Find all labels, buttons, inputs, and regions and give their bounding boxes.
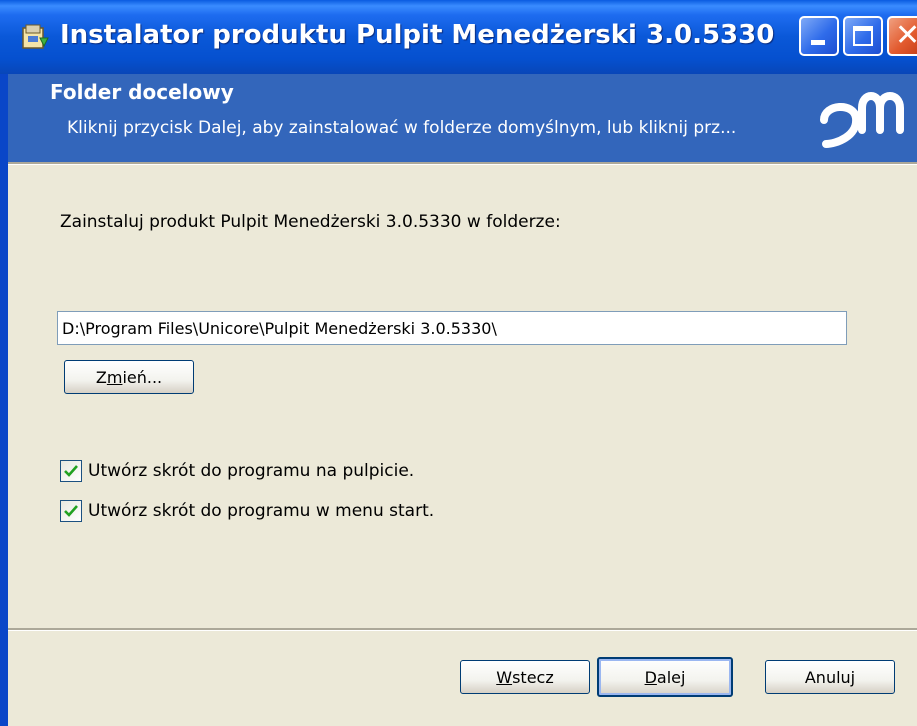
title-bar[interactable]: Instalator produktu Pulpit Menedżerski 3…: [0, 0, 917, 74]
installer-window: Instalator produktu Pulpit Menedżerski 3…: [0, 0, 917, 726]
window-left-border: [0, 74, 8, 726]
pm-logo: [820, 92, 904, 148]
window-title: Instalator produktu Pulpit Menedżerski 3…: [60, 20, 775, 50]
checkbox[interactable]: [60, 460, 82, 482]
change-label-accel: m: [106, 367, 123, 387]
install-location-text: Zainstaluj produkt Pulpit Menedżerski 3.…: [60, 212, 561, 232]
maximize-button[interactable]: [843, 16, 883, 56]
checkbox-label: Utwórz skrót do programu w menu start.: [88, 501, 435, 521]
back-label-accel: W: [496, 667, 513, 687]
installer-icon: [22, 24, 49, 49]
checkmark-icon: [64, 465, 78, 477]
install-path-input[interactable]: [57, 311, 847, 345]
close-icon: ✕: [895, 18, 917, 53]
back-label-post: stecz: [512, 667, 554, 687]
page-title: Folder docelowy: [50, 80, 234, 104]
close-button[interactable]: ✕: [887, 16, 917, 56]
next-label-accel: D: [644, 667, 657, 687]
desktop-shortcut-checkbox[interactable]: Utwórz skrót do programu na pulpicie.: [60, 459, 414, 483]
change-button[interactable]: Zmień...: [64, 360, 194, 394]
page-description: Kliknij przycisk Dalej, aby zainstalować…: [67, 118, 737, 138]
back-button[interactable]: Wstecz: [460, 660, 590, 694]
minimize-button[interactable]: [799, 16, 839, 56]
banner-divider: [8, 162, 917, 165]
checkbox-label: Utwórz skrót do programu na pulpicie.: [88, 461, 415, 481]
maximize-icon: [853, 26, 873, 46]
checkbox[interactable]: [60, 500, 82, 522]
change-label-pre: Z: [95, 367, 107, 387]
start-menu-shortcut-checkbox[interactable]: Utwórz skrót do programu w menu start.: [60, 499, 434, 523]
next-button[interactable]: Dalej: [597, 657, 733, 697]
checkmark-icon: [64, 505, 78, 517]
footer-divider: [8, 628, 917, 631]
next-label-post: alej: [656, 667, 686, 687]
cancel-button[interactable]: Anuluj: [765, 660, 895, 694]
change-label-post: ień...: [122, 367, 163, 387]
minimize-icon: [811, 40, 825, 45]
